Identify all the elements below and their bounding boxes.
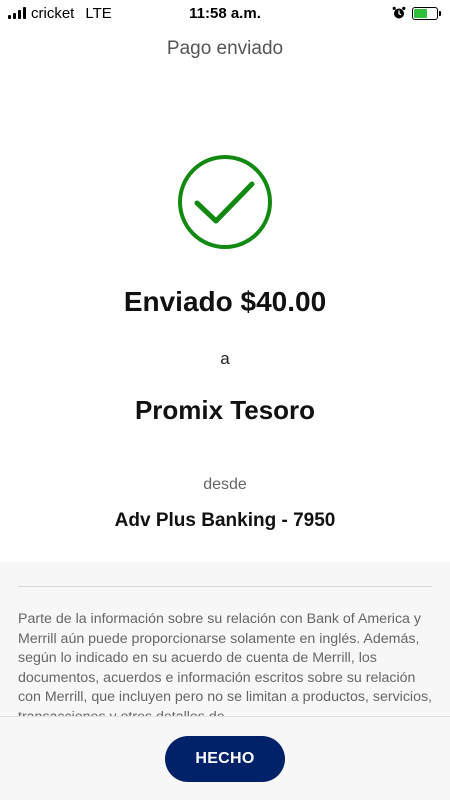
from-label: desde [203, 476, 247, 493]
divider [18, 586, 432, 587]
done-button[interactable]: HECHO [165, 736, 285, 782]
checkmark-circle-icon [175, 152, 275, 252]
battery-icon [412, 6, 441, 20]
alarm-clock-icon [392, 6, 406, 19]
to-label: a [220, 349, 230, 368]
recipient-name: Promix Tesoro [134, 395, 316, 425]
footer-bar: HECHO [0, 716, 450, 800]
disclosure-panel[interactable]: Parte de la información sobre su relació… [0, 562, 450, 716]
status-right [392, 6, 441, 20]
status-left: cricket LTE [8, 5, 112, 22]
page-title: Pago enviado [166, 38, 284, 59]
sent-amount-headline: Enviado $40.00 [123, 286, 327, 317]
carrier-name: cricket [31, 4, 75, 22]
status-bar: cricket LTE 11:58 a.m. [0, 0, 450, 26]
signal-strength-icon [8, 7, 26, 19]
source-account: Adv Plus Banking - 7950 [114, 510, 336, 531]
network-type: LTE [85, 4, 112, 22]
disclosure-text: Parte de la información sobre su relació… [18, 611, 432, 716]
